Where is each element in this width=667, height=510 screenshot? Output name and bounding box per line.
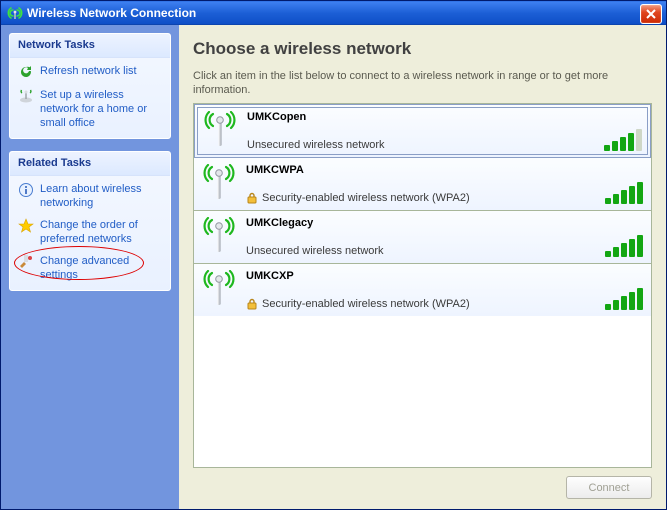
close-button[interactable] <box>640 4 662 24</box>
sidebar: Network Tasks Refresh network list Set u… <box>1 25 179 509</box>
signal-bar <box>621 190 627 204</box>
signal-bar <box>629 186 635 204</box>
signal-bar <box>637 235 643 257</box>
wireless-icon <box>7 5 23 21</box>
sidebar-item-label: Set up a wireless network for a home or … <box>40 88 162 130</box>
footer: Connect <box>193 468 652 499</box>
sidebar-item-learn[interactable]: Learn about wireless networking <box>10 176 170 212</box>
network-list[interactable]: UMKCopen Unsecured wireless network UMKC… <box>193 103 652 468</box>
page-title: Choose a wireless network <box>193 39 652 59</box>
lock-icon <box>246 298 258 310</box>
signal-bar <box>621 296 627 310</box>
network-body: UMKCWPA Security-enabled wireless networ… <box>246 164 585 204</box>
signal-strength <box>593 217 643 257</box>
sidebar-item-setup-network[interactable]: Set up a wireless network for a home or … <box>10 82 170 132</box>
wireless-connection-window: Wireless Network Connection Network Task… <box>0 0 667 510</box>
antenna-icon <box>200 164 238 204</box>
network-item[interactable]: UMKCopen Unsecured wireless network <box>194 104 651 158</box>
network-ssid: UMKCXP <box>246 270 585 282</box>
sidebar-group-network-tasks: Network Tasks Refresh network list Set u… <box>9 33 171 139</box>
signal-bar <box>628 133 634 151</box>
sidebar-item-label: Learn about wireless networking <box>40 182 162 210</box>
signal-bar <box>637 288 643 310</box>
sidebar-item-label: Change the order of preferred networks <box>40 218 162 246</box>
lock-icon <box>246 192 258 204</box>
network-desc-text: Security-enabled wireless network (WPA2) <box>262 298 470 310</box>
network-ssid: UMKCWPA <box>246 164 585 176</box>
network-item[interactable]: UMKClegacy Unsecured wireless network <box>194 211 651 264</box>
antenna-icon <box>200 270 238 310</box>
signal-strength <box>592 111 642 151</box>
main-panel: Choose a wireless network Click an item … <box>179 25 666 509</box>
network-desc-text: Unsecured wireless network <box>247 139 385 151</box>
signal-bar <box>620 137 626 151</box>
network-desc-text: Security-enabled wireless network (WPA2) <box>262 192 470 204</box>
info-icon <box>18 182 34 198</box>
network-item[interactable]: UMKCXP Security-enabled wireless network… <box>194 264 651 316</box>
signal-bar <box>605 304 611 310</box>
signal-bar <box>613 300 619 310</box>
sidebar-item-advanced-settings[interactable]: Change advanced settings <box>10 248 170 284</box>
signal-strength <box>593 164 643 204</box>
signal-bar <box>613 247 619 257</box>
window-body: Network Tasks Refresh network list Set u… <box>1 25 666 509</box>
settings-icon <box>18 254 34 270</box>
antenna-icon <box>201 111 239 151</box>
signal-bar <box>605 198 611 204</box>
signal-bar <box>629 239 635 257</box>
sidebar-item-change-order[interactable]: Change the order of preferred networks <box>10 212 170 248</box>
signal-bar <box>604 145 610 151</box>
network-description: Unsecured wireless network <box>247 139 584 151</box>
network-ssid: UMKCopen <box>247 111 584 123</box>
network-desc-text: Unsecured wireless network <box>246 245 384 257</box>
network-body: UMKCopen Unsecured wireless network <box>247 111 584 151</box>
page-subtitle: Click an item in the list below to conne… <box>193 69 652 97</box>
signal-bar <box>636 129 642 151</box>
window-title: Wireless Network Connection <box>27 6 196 20</box>
signal-bar <box>612 141 618 151</box>
sidebar-item-refresh[interactable]: Refresh network list <box>10 58 170 82</box>
network-item[interactable]: UMKCWPA Security-enabled wireless networ… <box>194 158 651 211</box>
network-description: Unsecured wireless network <box>246 245 585 257</box>
refresh-icon <box>18 64 34 80</box>
title-bar[interactable]: Wireless Network Connection <box>1 1 666 25</box>
network-description: Security-enabled wireless network (WPA2) <box>246 298 585 310</box>
signal-strength <box>593 270 643 310</box>
network-body: UMKCXP Security-enabled wireless network… <box>246 270 585 310</box>
network-ssid: UMKClegacy <box>246 217 585 229</box>
network-body: UMKClegacy Unsecured wireless network <box>246 217 585 257</box>
connect-button[interactable]: Connect <box>566 476 652 499</box>
star-icon <box>18 218 34 234</box>
network-description: Security-enabled wireless network (WPA2) <box>246 192 585 204</box>
signal-bar <box>629 292 635 310</box>
signal-bar <box>613 194 619 204</box>
sidebar-header: Related Tasks <box>10 152 170 176</box>
antenna-icon <box>200 217 238 257</box>
network-setup-icon <box>18 88 34 104</box>
sidebar-item-label: Change advanced settings <box>40 254 162 282</box>
sidebar-item-label: Refresh network list <box>40 64 162 78</box>
signal-bar <box>621 243 627 257</box>
sidebar-header: Network Tasks <box>10 34 170 58</box>
signal-bar <box>637 182 643 204</box>
signal-bar <box>605 251 611 257</box>
sidebar-group-related-tasks: Related Tasks Learn about wireless netwo… <box>9 151 171 291</box>
